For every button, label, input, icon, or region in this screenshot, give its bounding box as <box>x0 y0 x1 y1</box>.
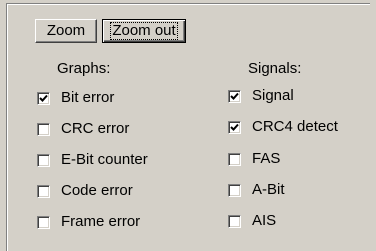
checkbox-box[interactable] <box>37 184 50 198</box>
checkbox-code-error[interactable]: Code error <box>37 181 133 201</box>
checkbox-box[interactable] <box>228 89 241 103</box>
checkbox-label: Bit error <box>61 89 115 106</box>
checkmark-icon <box>230 92 239 100</box>
checkbox-bit-error[interactable]: Bit error <box>37 88 114 108</box>
checkbox-crc-error[interactable]: CRC error <box>37 119 129 139</box>
checkbox-box[interactable] <box>37 91 50 105</box>
checkbox-crc4-detect[interactable]: CRC4 detect <box>228 117 338 137</box>
checkbox-label: CRC error <box>61 120 130 137</box>
checkbox-box[interactable] <box>228 120 241 134</box>
checkbox-box[interactable] <box>228 214 241 228</box>
checkmark-icon <box>39 94 48 102</box>
checkbox-frame-error[interactable]: Frame error <box>37 212 140 232</box>
zoom-out-button[interactable]: Zoom out <box>102 19 186 43</box>
checkbox-label: CRC4 detect <box>252 118 338 135</box>
checkbox-a-bit[interactable]: A-Bit <box>228 180 285 200</box>
checkbox-label: E-Bit counter <box>61 151 148 168</box>
checkbox-signal[interactable]: Signal <box>228 86 294 106</box>
checkbox-label: Code error <box>61 182 133 199</box>
checkbox-box[interactable] <box>37 215 50 229</box>
graphs-heading: Graphs: <box>57 60 111 77</box>
checkbox-fas[interactable]: FAS <box>228 149 280 169</box>
checkmark-icon <box>230 123 239 131</box>
zoom-button[interactable]: Zoom <box>35 19 97 43</box>
checkbox-box[interactable] <box>37 153 50 167</box>
checkbox-box[interactable] <box>228 152 241 166</box>
checkbox-label: Frame error <box>61 213 141 230</box>
checkbox-e-bit-counter[interactable]: E-Bit counter <box>37 150 148 170</box>
checkbox-label: A-Bit <box>252 181 285 198</box>
checkbox-ais[interactable]: AIS <box>228 211 276 231</box>
signals-heading: Signals: <box>248 60 302 77</box>
checkbox-label: FAS <box>252 150 281 167</box>
checkbox-box[interactable] <box>228 183 241 197</box>
checkbox-box[interactable] <box>37 122 50 136</box>
zoom-out-label: Zoom out <box>110 22 178 40</box>
checkbox-label: Signal <box>252 87 294 104</box>
checkbox-label: AIS <box>252 212 277 229</box>
